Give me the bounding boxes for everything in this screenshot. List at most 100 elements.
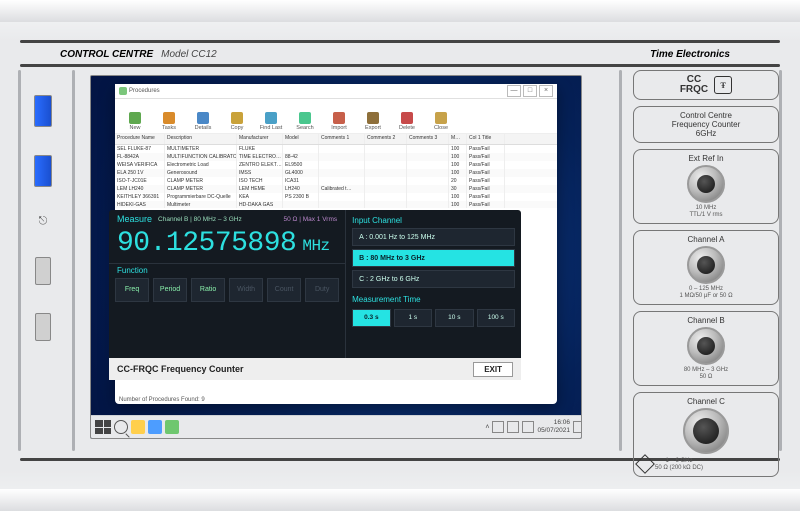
column-header[interactable]: Col 1 Title: [467, 134, 505, 144]
column-header[interactable]: Manufacturer: [237, 134, 283, 144]
ext-ref-box: Ext Ref In 10 MHz TTL/1 V rms: [633, 149, 779, 224]
table-cell: MULTIFUNCTION CALIBRATOR: [165, 153, 237, 161]
table-row[interactable]: WEISA VERIFICAElectrometric LoadZENTRO E…: [115, 161, 557, 169]
table-cell: [365, 153, 407, 161]
bezel-label-strip: CONTROL CENTRE Model CC12 Time Electroni…: [20, 45, 780, 63]
function-ratio-button[interactable]: Ratio: [191, 278, 225, 302]
toolbar-import-button[interactable]: Import: [323, 105, 355, 131]
table-cell: 88-42: [283, 153, 319, 161]
tray-icon[interactable]: [507, 421, 519, 433]
toolbar-close-button[interactable]: Close: [425, 105, 457, 131]
table-row[interactable]: ELA 250 1VGenerosoundIMSSGL4000100Pass/F…: [115, 169, 557, 177]
table-cell: [365, 169, 407, 177]
toolbar-tasks-button[interactable]: Tasks: [153, 105, 185, 131]
ext-ref-sub: 10 MHz TTL/1 V rms: [638, 205, 774, 219]
table-row[interactable]: HIDEKI-GASMultimeterHD-DAKA GAS100Pass/F…: [115, 201, 557, 208]
toolbar-export-button[interactable]: Export: [357, 105, 389, 131]
column-header[interactable]: Procedure Name: [115, 134, 165, 144]
column-header[interactable]: Model: [283, 134, 319, 144]
table-row[interactable]: FL-8842AMULTIFUNCTION CALIBRATORTIME ELE…: [115, 153, 557, 161]
function-count-button: Count: [267, 278, 301, 302]
table-row[interactable]: KEITHLEY 366391Programmierbare DC-Quelle…: [115, 193, 557, 201]
column-header[interactable]: Description: [165, 134, 237, 144]
taskbar-app-icon[interactable]: [165, 420, 179, 434]
column-header[interactable]: Comments 1: [319, 134, 365, 144]
search-icon[interactable]: [114, 420, 128, 434]
table-cell: Calibrated t…: [319, 185, 365, 193]
column-header[interactable]: M…: [449, 134, 467, 144]
column-header[interactable]: Comments 3: [407, 134, 449, 144]
usb3-port-icon: [34, 155, 52, 187]
window-titlebar[interactable]: Procedures — □ ×: [115, 84, 557, 99]
toolbar-copy-button[interactable]: Copy: [221, 105, 253, 131]
divider: [18, 70, 21, 451]
table-row[interactable]: ISO-T-JC01ECLAMP METERISO TECHICA3120Pas…: [115, 177, 557, 185]
taskbar-clock[interactable]: 16:06 05/07/2021: [537, 419, 570, 435]
table-cell: LH240: [283, 185, 319, 193]
toolbar-find-last-button[interactable]: Find Last: [255, 105, 287, 131]
table-cell: 20: [449, 177, 467, 185]
notification-icon[interactable]: [573, 421, 582, 433]
control-centre-label: CONTROL CENTRE: [60, 49, 153, 60]
table-row[interactable]: LEM LH240CLAMP METERLEM HEMELH240Calibra…: [115, 185, 557, 193]
table-cell: 100: [449, 193, 467, 201]
table-cell: Pass/Fail: [467, 145, 505, 153]
measurement-time-button[interactable]: 0.3 s: [352, 309, 390, 327]
function-period-button[interactable]: Period: [153, 278, 187, 302]
table-cell: Multimeter: [165, 201, 237, 208]
table-cell: 30: [449, 185, 467, 193]
tray-chevron-icon[interactable]: ˄: [485, 424, 489, 431]
start-button[interactable]: [95, 420, 111, 434]
table-cell: ISO TECH: [237, 177, 283, 185]
toolbar-delete-button[interactable]: Delete: [391, 105, 423, 131]
channel-c-box: Channel C 1 – 6 GHz 50 Ω (200 kΩ DC): [633, 392, 779, 477]
input-channel-button[interactable]: A : 0.001 Hz to 125 MHz: [352, 228, 515, 246]
table-cell: Pass/Fail: [467, 201, 505, 208]
table-cell: Generosound: [165, 169, 237, 177]
toolbar-label: Import: [331, 125, 347, 131]
input-channel-button[interactable]: B : 80 MHz to 3 GHz: [352, 249, 515, 267]
channel-c-sub: 1 – 6 GHz 50 Ω (200 kΩ DC): [655, 458, 703, 472]
bnc-connector-icon: [687, 327, 725, 365]
taskbar-app-icon[interactable]: [131, 420, 145, 434]
divider: [20, 40, 780, 43]
toolbar-details-button[interactable]: Details: [187, 105, 219, 131]
table-row[interactable]: SEL FLUKE-87MULTIMETERFLUKE100Pass/Fail: [115, 145, 557, 153]
toolbar-label: Find Last: [260, 125, 283, 131]
exit-button[interactable]: EXIT: [473, 362, 513, 377]
channel-a-box: Channel A 0 – 125 MHz 1 MΩ/50 μF or 50 Ω: [633, 230, 779, 305]
table-cell: [319, 169, 365, 177]
measure-impedance: 50 Ω | Max 1 Vrms: [284, 216, 338, 223]
table-cell: [319, 161, 365, 169]
window-toolbar: NewTasksDetails Copy Find Last Search Import…: [115, 99, 557, 134]
measurement-time-button[interactable]: 10 s: [435, 309, 473, 327]
toolbar-label: Copy: [231, 125, 244, 131]
window-title: Procedures: [129, 88, 160, 94]
module-subtitle-box: Control Centre Frequency Counter 6GHz: [633, 106, 779, 143]
measurement-time-button[interactable]: 100 s: [477, 309, 515, 327]
tray-icon[interactable]: [522, 421, 534, 433]
window-minimise-button[interactable]: —: [507, 85, 521, 97]
frequency-counter-panel: Measure Channel B | 80 MHz – 3 GHz 50 Ω …: [109, 210, 521, 380]
input-channel-title: Input Channel: [352, 216, 515, 225]
window-maximise-button[interactable]: □: [523, 85, 537, 97]
system-tray[interactable]: ˄ 16:06 05/07/2021: [485, 419, 582, 435]
table-cell: TIME ELECTRO…: [237, 153, 283, 161]
windows-taskbar[interactable]: ˄ 16:06 05/07/2021: [91, 415, 582, 438]
procedures-table[interactable]: Procedure NameDescriptionManufacturerMod…: [115, 134, 557, 208]
input-channel-button[interactable]: C : 2 GHz to 6 GHz: [352, 270, 515, 288]
app-icon: [119, 87, 127, 95]
measurement-time-button[interactable]: 1 s: [394, 309, 432, 327]
function-row: FreqPeriodRatioWidthCountDuty: [109, 278, 345, 308]
divider: [72, 70, 75, 451]
column-header[interactable]: Comments 2: [365, 134, 407, 144]
window-close-button[interactable]: ×: [539, 85, 553, 97]
function-freq-button[interactable]: Freq: [115, 278, 149, 302]
table-cell: ISO-T-JC01E: [115, 177, 165, 185]
table-cell: GL4000: [283, 169, 319, 177]
taskbar-app-icon[interactable]: [148, 420, 162, 434]
tray-icon[interactable]: [492, 421, 504, 433]
bnc-connector-icon: [687, 165, 725, 203]
toolbar-search-button[interactable]: Search: [289, 105, 321, 131]
toolbar-new-button[interactable]: New: [119, 105, 151, 131]
